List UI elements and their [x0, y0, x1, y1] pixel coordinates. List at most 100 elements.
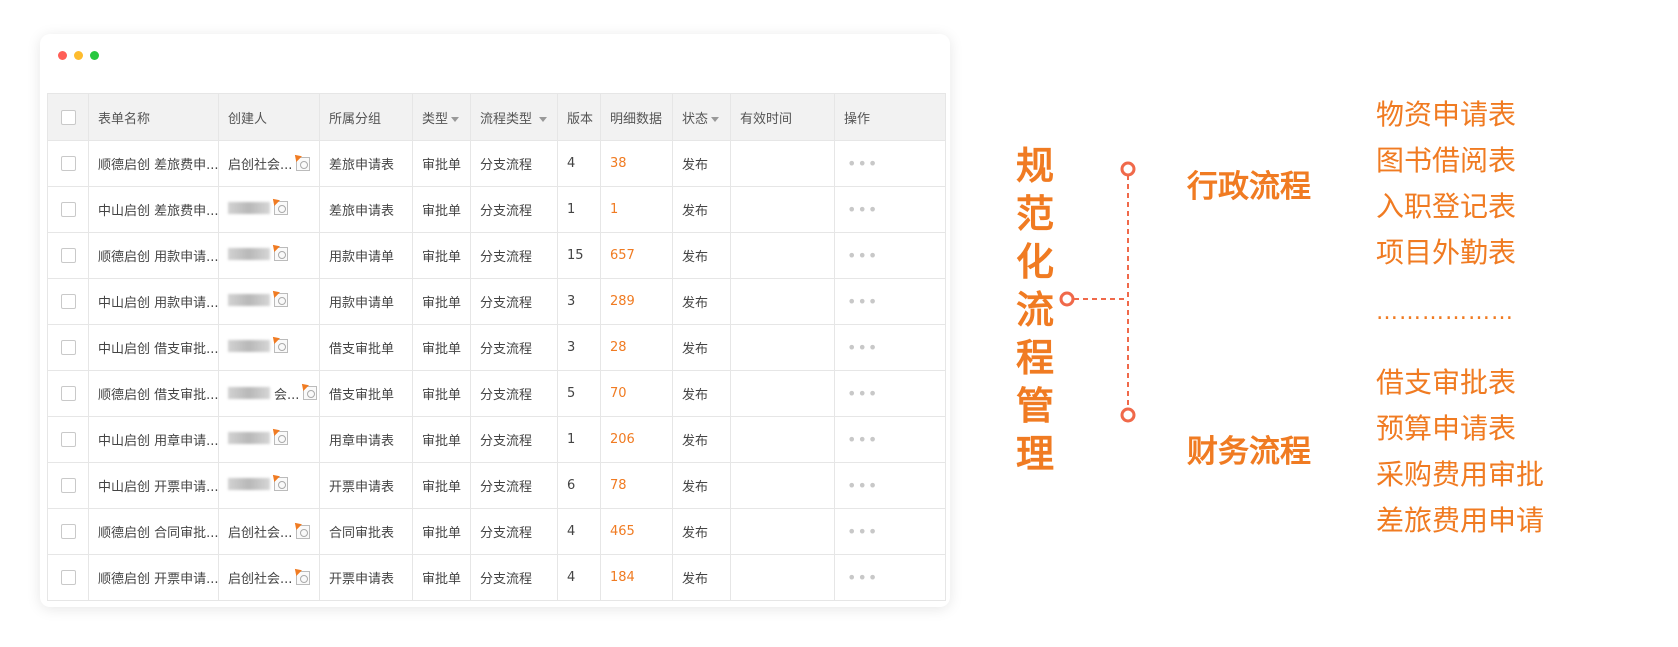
user-card-icon[interactable] [274, 293, 288, 307]
type-filter-caret-icon[interactable] [451, 116, 460, 122]
user-card-icon[interactable] [274, 339, 288, 353]
cell-detail-data-text[interactable]: 206 [610, 432, 635, 447]
more-actions-icon[interactable]: ••• [847, 568, 878, 587]
cell-detail-data-text[interactable]: 78 [610, 478, 627, 493]
more-actions-icon[interactable]: ••• [847, 476, 878, 495]
cell-detail-data: 70 [600, 370, 673, 417]
table-row[interactable]: 中山启创 用章申请... 用章申请表 审批单 分支流程 1 206 发布 ••• [47, 416, 946, 463]
cell-form-name[interactable]: 中山启创 用章申请... [88, 416, 219, 463]
cell-form-name[interactable]: 中山启创 用款申请... [88, 278, 219, 325]
title-char: 范 [1015, 192, 1054, 236]
header-operations: 操作 [834, 93, 946, 141]
cell-form-name[interactable]: 顺德启创 差旅费申... [88, 140, 219, 187]
cell-group-text: 差旅申请表 [329, 158, 395, 173]
more-actions-icon[interactable]: ••• [847, 154, 878, 173]
header-form-name[interactable]: 表单名称 [88, 93, 219, 141]
table-row[interactable]: 顺德启创 差旅费申... 启创社会... 差旅申请表 审批单 分支流程 4 38 发布 ••• [47, 140, 946, 187]
more-actions-icon[interactable]: ••• [847, 430, 878, 449]
status-filter-caret-icon[interactable] [711, 116, 720, 122]
cell-group-text: 合同审批表 [329, 526, 395, 541]
more-actions-icon[interactable]: ••• [847, 292, 878, 311]
minimize-window-dot[interactable] [74, 51, 83, 60]
header-type[interactable]: 类型 [412, 93, 471, 141]
user-card-icon[interactable] [274, 201, 288, 215]
cell-form-name[interactable]: 顺德启创 用款申请... [88, 232, 219, 279]
table-row[interactable]: 中山启创 借支审批... 借支审批单 审批单 分支流程 3 28 发布 ••• [47, 324, 946, 371]
cell-form-name[interactable]: 中山启创 借支审批... [88, 324, 219, 371]
user-card-icon[interactable] [303, 386, 318, 401]
user-card-icon[interactable] [274, 477, 288, 491]
table-row[interactable]: 中山启创 用款申请... 用款申请单 审批单 分支流程 3 289 发布 ••• [47, 278, 946, 325]
row-checkbox[interactable] [60, 340, 76, 355]
row-select-cell [47, 462, 89, 509]
more-actions-icon[interactable]: ••• [847, 384, 878, 403]
creator-value [228, 339, 288, 353]
header-version[interactable]: 版本 [557, 93, 601, 141]
more-actions-icon[interactable]: ••• [847, 246, 878, 265]
header-flow-type[interactable]: 流程类型 [470, 93, 558, 141]
cell-detail-data-text[interactable]: 657 [610, 248, 635, 263]
cell-form-name[interactable]: 中山启创 开票申请... [88, 462, 219, 509]
cell-valid-time [730, 186, 835, 233]
row-select-cell [47, 140, 89, 187]
row-checkbox[interactable] [60, 294, 76, 309]
user-card-icon[interactable] [296, 156, 311, 171]
header-detail-data[interactable]: 明细数据 [600, 93, 673, 141]
cell-detail-data-text[interactable]: 289 [610, 294, 635, 309]
maximize-window-dot[interactable] [90, 51, 99, 60]
row-checkbox[interactable] [60, 386, 76, 401]
row-checkbox[interactable] [60, 156, 76, 171]
cell-type: 审批单 [412, 324, 471, 371]
row-checkbox[interactable] [60, 524, 76, 539]
cell-detail-data-text[interactable]: 1 [610, 202, 618, 217]
cell-group: 用款申请单 [319, 278, 413, 325]
table-row[interactable]: 顺德启创 开票申请... 启创社会... 开票申请表 审批单 分支流程 4 184 发布 ••• [47, 554, 946, 601]
cell-type-text: 审批单 [422, 526, 462, 541]
more-actions-icon[interactable]: ••• [847, 522, 878, 541]
header-group[interactable]: 所属分组 [319, 93, 413, 141]
table-row[interactable]: 中山启创 开票申请... 开票申请表 审批单 分支流程 6 78 发布 ••• [47, 462, 946, 509]
cell-detail-data-text[interactable]: 465 [610, 524, 635, 539]
creator-value: 启创社会... [228, 568, 311, 587]
cell-detail-data-text[interactable]: 184 [610, 570, 635, 585]
user-card-icon[interactable] [296, 570, 311, 585]
table-row[interactable]: 顺德启创 借支审批... 会... 借支审批单 审批单 分支流程 5 70 发布 ••• [47, 370, 946, 417]
header-creator[interactable]: 创建人 [218, 93, 320, 141]
more-actions-icon[interactable]: ••• [847, 338, 878, 357]
cell-operations: ••• [834, 508, 946, 555]
cell-detail-data-text[interactable]: 38 [610, 156, 627, 171]
user-card-icon[interactable] [296, 524, 311, 539]
cell-detail-data: 78 [600, 462, 673, 509]
row-checkbox[interactable] [60, 570, 76, 585]
cell-form-name[interactable]: 中山启创 差旅费申... [88, 186, 219, 233]
user-card-icon[interactable] [274, 431, 288, 445]
table-row[interactable]: 顺德启创 合同审批... 启创社会... 合同审批表 审批单 分支流程 4 465 发布 ••• [47, 508, 946, 555]
cell-detail-data-text[interactable]: 70 [610, 386, 627, 401]
more-actions-icon[interactable]: ••• [847, 200, 878, 219]
flow-type-filter-caret-icon[interactable] [539, 116, 548, 122]
table-row[interactable]: 顺德启创 用款申请... 用款申请单 审批单 分支流程 15 657 发布 ••• [47, 232, 946, 279]
cell-type: 审批单 [412, 416, 471, 463]
cell-flow-type-text: 分支流程 [480, 388, 533, 403]
cell-form-name[interactable]: 顺德启创 开票申请... [88, 554, 219, 601]
user-card-icon[interactable] [274, 247, 288, 261]
cell-version: 3 [557, 324, 601, 371]
select-all-checkbox[interactable] [60, 109, 76, 125]
select-all-cell [47, 93, 89, 141]
close-window-dot[interactable] [58, 51, 67, 60]
blurred-creator-name [228, 248, 270, 260]
row-checkbox[interactable] [60, 248, 76, 263]
admin-items-list: 物资申请表 图书借阅表 入职登记表 项目外勤表 [1376, 92, 1516, 276]
table-row[interactable]: 中山启创 差旅费申... 差旅申请表 审批单 分支流程 1 1 发布 ••• [47, 186, 946, 233]
cell-form-name[interactable]: 顺德启创 借支审批... [88, 370, 219, 417]
cell-form-name-text: 中山启创 开票申请... [98, 480, 219, 495]
header-valid-time[interactable]: 有效时间 [730, 93, 835, 141]
cell-version-text: 4 [567, 524, 576, 539]
row-checkbox[interactable] [60, 478, 76, 493]
cell-detail-data-text[interactable]: 28 [610, 340, 627, 355]
row-checkbox[interactable] [60, 202, 76, 217]
creator-name: 启创社会... [228, 158, 293, 173]
row-checkbox[interactable] [60, 432, 76, 447]
cell-form-name[interactable]: 顺德启创 合同审批... [88, 508, 219, 555]
header-status[interactable]: 状态 [672, 93, 731, 141]
